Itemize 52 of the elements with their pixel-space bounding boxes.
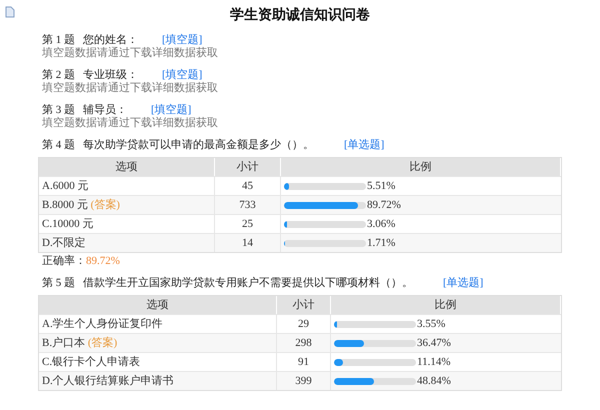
hint-text: 填空题数据请通过下载详细数据获取 <box>41 82 219 95</box>
count-cell: 91 <box>277 352 331 371</box>
question-type-link[interactable]: [单选题] <box>344 139 384 152</box>
option-cell: D.不限定 <box>39 233 215 252</box>
survey-title: 学生资助诚信知识问卷 <box>229 6 371 25</box>
percent-text: 89.72% <box>367 199 401 211</box>
question-text: 专业班级： <box>83 69 138 82</box>
question-number: 第 3 题 <box>42 104 75 116</box>
count-cell: 14 <box>215 233 281 252</box>
option-cell: A.学生个人身份证复印件 <box>39 314 277 333</box>
accuracy-label: 正确率： <box>42 255 86 268</box>
column-header: 比例 <box>331 296 561 314</box>
column-header: 小计 <box>277 296 331 314</box>
hint-text: 填空题数据请通过下载详细数据获取 <box>41 117 219 130</box>
question-type-link[interactable]: [填空题] <box>151 104 192 117</box>
option-cell: B.8000 元 (答案) <box>39 195 215 214</box>
document-icon[interactable] <box>4 6 16 18</box>
percent-text: 3.06% <box>367 218 396 230</box>
column-header: 选项 <box>39 158 215 176</box>
question-text: 借款学生开立国家助学贷款专用账户不需要提供以下哪项材料（）。 <box>83 277 413 290</box>
percent-text: 11.14% <box>417 356 451 368</box>
percent-text: 5.51% <box>367 180 396 192</box>
count-cell: 25 <box>215 214 281 233</box>
question-type-link[interactable]: [单选题] <box>443 277 484 290</box>
count-cell: 45 <box>215 176 281 195</box>
percent-text: 48.84% <box>417 375 451 387</box>
hint-text: 填空题数据请通过下载详细数据获取 <box>41 47 219 60</box>
column-header: 小计 <box>215 158 281 176</box>
question-number: 第 2 题 <box>42 69 75 82</box>
option-cell: A.6000 元 <box>39 176 215 195</box>
option-cell: D.个人银行结算账户申请书 <box>39 371 277 390</box>
count-cell: 298 <box>277 333 331 352</box>
question-number: 第 5 题 <box>42 277 75 290</box>
question-text: 您的姓名： <box>83 34 138 46</box>
count-cell: 733 <box>215 195 281 214</box>
accuracy-value: 89.72% <box>86 255 120 268</box>
percent-text: 3.55% <box>417 318 446 330</box>
count-cell: 29 <box>277 314 331 333</box>
percent-text: 36.47% <box>417 337 451 349</box>
question-type-link[interactable]: [填空题] <box>162 34 202 47</box>
question-number: 第 4 题 <box>42 139 75 152</box>
option-cell: B.户口本 (答案) <box>39 333 277 352</box>
option-cell: C.10000 元 <box>39 214 215 233</box>
percent-text: 1.71% <box>367 237 396 249</box>
question-number: 第 1 题 <box>42 34 75 46</box>
option-cell: C.银行卡个人申请表 <box>39 352 277 371</box>
question-text: 辅导员： <box>83 104 127 116</box>
question-text: 每次助学贷款可以申请的最高金额是多少（）。 <box>83 139 314 152</box>
column-header: 选项 <box>39 296 277 314</box>
question-type-link[interactable]: [填空题] <box>162 69 202 82</box>
column-header: 比例 <box>281 158 561 176</box>
count-cell: 399 <box>277 371 331 390</box>
